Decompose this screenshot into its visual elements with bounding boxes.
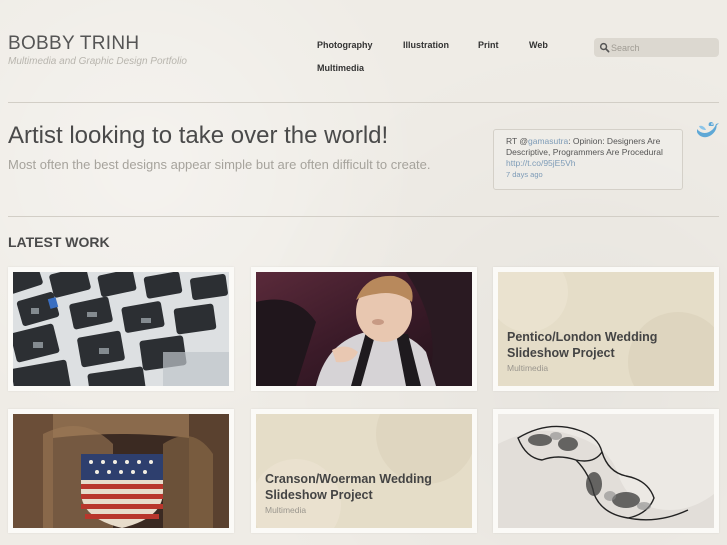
site-tagline: Multimedia and Graphic Design Portfolio bbox=[8, 56, 187, 67]
latest-tweet: RT @gamasutra: Opinion: Designers Are De… bbox=[493, 129, 683, 190]
portfolio-card[interactable]: Pentico/London Wedding Slideshow Project… bbox=[493, 267, 719, 391]
tweet-url-link[interactable]: http://t.co/95jE5Vh bbox=[506, 158, 575, 168]
portfolio-card[interactable] bbox=[493, 409, 719, 533]
child-in-car-seat-photo bbox=[256, 272, 472, 386]
search-box[interactable] bbox=[594, 38, 719, 57]
search-input[interactable] bbox=[611, 40, 713, 55]
portfolio-card-category[interactable]: Multimedia bbox=[507, 363, 548, 373]
hero-heading: Artist looking to take over the world! bbox=[8, 122, 389, 149]
portfolio-card[interactable]: Cranson/Woerman Wedding Slideshow Projec… bbox=[251, 409, 477, 533]
twitter-bird-icon[interactable] bbox=[694, 120, 720, 140]
portfolio-card-title[interactable]: Pentico/London Wedding Slideshow Project bbox=[507, 329, 707, 361]
hero-subheading: Most often the best designs appear simpl… bbox=[8, 157, 431, 172]
tweet-handle-link[interactable]: gamasutra bbox=[528, 136, 568, 146]
tweet-timestamp[interactable]: 7 days ago bbox=[506, 170, 543, 179]
nav-item-print[interactable]: Print bbox=[478, 40, 499, 50]
portfolio-card-title[interactable]: Cranson/Woerman Wedding Slideshow Projec… bbox=[265, 471, 465, 503]
american-flag-shield-photo bbox=[13, 414, 229, 528]
nav-item-web[interactable]: Web bbox=[529, 40, 548, 50]
nav-item-illustration[interactable]: Illustration bbox=[403, 40, 449, 50]
header-divider bbox=[8, 102, 719, 103]
portfolio-card[interactable] bbox=[8, 267, 234, 391]
portfolio-card-category[interactable]: Multimedia bbox=[265, 505, 306, 515]
tweet-rt-prefix: RT @ bbox=[506, 136, 529, 146]
nav-item-photography[interactable]: Photography bbox=[317, 40, 373, 50]
search-icon bbox=[599, 42, 610, 53]
latest-work-heading: LATEST WORK bbox=[8, 234, 110, 250]
keyboard-photo bbox=[13, 272, 229, 386]
hero-divider bbox=[8, 216, 719, 217]
site-title[interactable]: BOBBY TRINH bbox=[8, 33, 139, 55]
portfolio-card[interactable] bbox=[251, 267, 477, 391]
nav-item-multimedia[interactable]: Multimedia bbox=[317, 63, 364, 73]
ink-sketch-illustration bbox=[498, 414, 714, 528]
portfolio-card[interactable] bbox=[8, 409, 234, 533]
